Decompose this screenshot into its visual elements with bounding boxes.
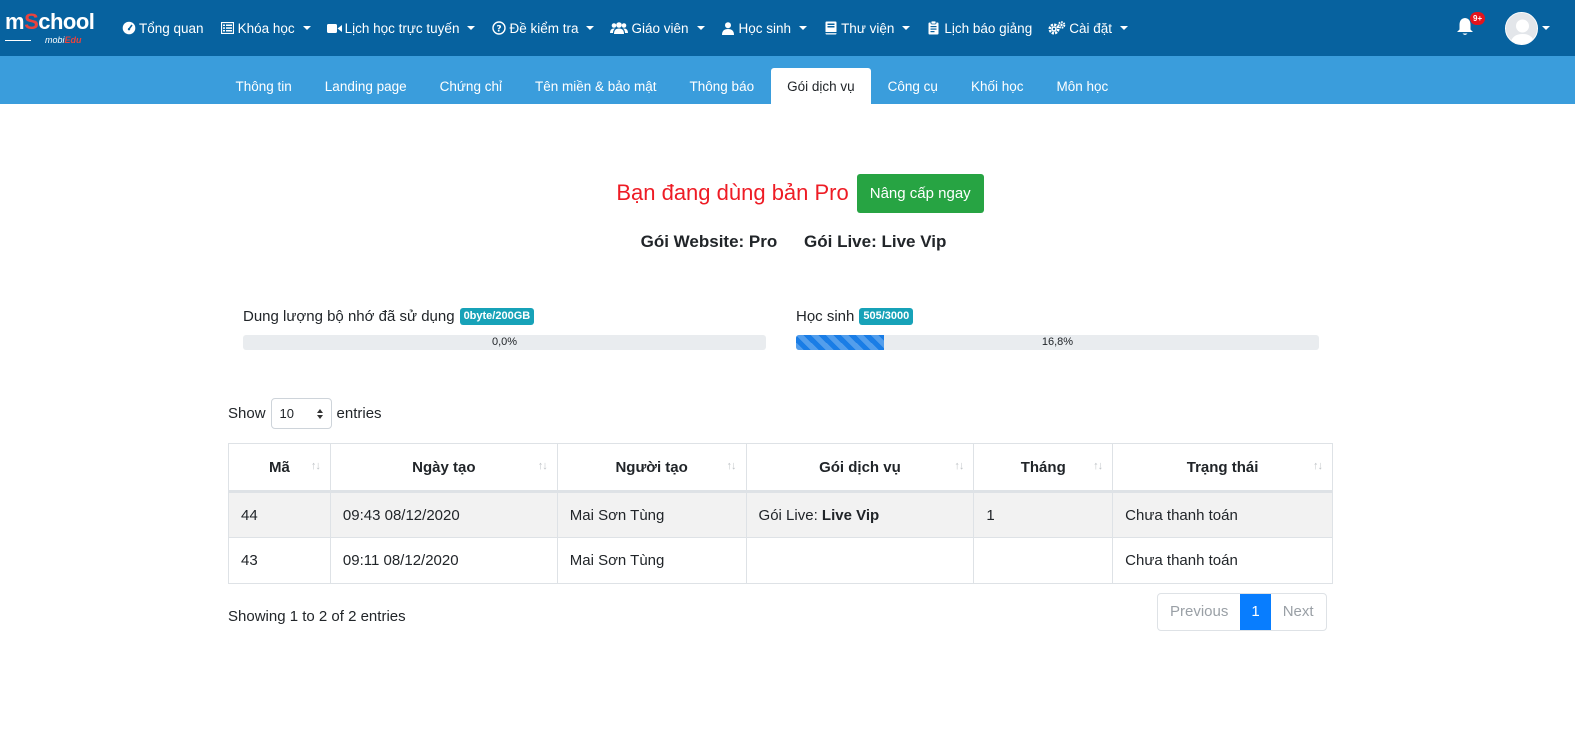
current-plan-title: Bạn đang dùng bản Pro xyxy=(616,180,849,205)
student-usage-badge: 505/3000 xyxy=(859,307,914,325)
chevron-down-icon xyxy=(902,26,911,30)
storage-usage: Dung lượng bộ nhớ đã sử dụng 0byte/200GB… xyxy=(243,306,766,350)
top-navbar: mSchool mobiEdu Tổng quan Khóa học Lịch … xyxy=(0,0,1575,56)
nav-thu-vien[interactable]: Thư viện xyxy=(823,21,911,36)
users-icon xyxy=(610,21,629,36)
dashboard-icon xyxy=(121,21,136,36)
chevron-down-icon[interactable] xyxy=(1542,26,1550,30)
chevron-down-icon xyxy=(467,26,476,30)
storage-progress-text: 0,0% xyxy=(491,336,518,348)
nav-khoa-hoc[interactable]: Khóa học xyxy=(220,21,311,36)
cell-created: 09:11 08/12/2020 xyxy=(329,537,558,584)
table-info: Showing 1 to 2 of 2 entries xyxy=(228,608,406,625)
table-header-row: Mã ↑↓ Ngày tạo ↑↓ Người tạo ↑↓ Gói dịch vụ ↑… xyxy=(228,443,1333,493)
pagination: Previous 1 Next xyxy=(1157,593,1327,631)
storage-progress-bar: 0,0% xyxy=(243,335,766,350)
nav-tong-quan[interactable]: Tổng quan xyxy=(121,21,204,36)
clipboard-icon xyxy=(926,21,941,36)
package-summary: Gói Website: Pro Gói Live: Live Vip xyxy=(0,232,1575,252)
live-package: Gói Live: Live Vip xyxy=(804,232,947,251)
chevron-down-icon xyxy=(586,26,595,30)
tab-mon-hoc[interactable]: Môn học xyxy=(1040,68,1125,104)
table-row: 44 09:43 08/12/2020 Mai Sơn Tùng Gói Liv… xyxy=(228,491,1333,538)
tab-ten-mien-bao-mat[interactable]: Tên miền & bảo mật xyxy=(518,68,673,104)
student-progress-bar: 16,8% xyxy=(796,335,1319,350)
select-arrows-icon xyxy=(316,408,323,419)
user-avatar[interactable] xyxy=(1505,12,1538,45)
column-header-goi-dich-vu[interactable]: Gói dịch vụ ↑↓ xyxy=(745,443,975,493)
cell-package xyxy=(745,537,975,584)
column-header-ma[interactable]: Mã ↑↓ xyxy=(228,443,331,493)
cogs-icon xyxy=(1048,21,1066,36)
user-icon xyxy=(721,21,736,36)
student-usage: Học sinh 505/3000 16,8% xyxy=(796,306,1319,350)
nav-lich-bao-giang[interactable]: Lịch báo giảng xyxy=(926,21,1032,36)
cell-creator: Mai Sơn Tùng xyxy=(556,537,747,584)
chevron-down-icon xyxy=(799,26,808,30)
sort-icon: ↑↓ xyxy=(726,460,737,472)
nav-giao-vien[interactable]: Giáo viên xyxy=(610,21,705,36)
page-1-button[interactable]: 1 xyxy=(1240,594,1271,630)
upgrade-now-button[interactable]: Nâng cấp ngay xyxy=(856,173,984,213)
column-header-thang[interactable]: Tháng ↑↓ xyxy=(973,443,1114,493)
avatar-placeholder-icon xyxy=(1506,13,1537,44)
sort-icon: ↑↓ xyxy=(1093,460,1103,472)
question-circle-icon: ? xyxy=(491,21,506,36)
list-icon xyxy=(220,21,235,36)
column-header-nguoi-tao[interactable]: Người tạo ↑↓ xyxy=(556,443,747,493)
service-orders-table: Mã ↑↓ Ngày tạo ↑↓ Người tạo ↑↓ Gói dịch vụ ↑… xyxy=(228,443,1333,584)
notification-count-badge: 9+ xyxy=(1470,12,1486,25)
book-icon xyxy=(823,21,838,36)
column-header-trang-thai[interactable]: Trạng thái ↑↓ xyxy=(1112,443,1333,493)
tab-goi-dich-vu[interactable]: Gói dịch vụ xyxy=(770,68,872,104)
next-page-button[interactable]: Next xyxy=(1271,594,1326,630)
student-usage-label: Học sinh xyxy=(796,307,855,325)
settings-tabbar: Thông tin Landing page Chứng chỉ Tên miề… xyxy=(0,56,1575,104)
settings-tabs: Thông tin Landing page Chứng chỉ Tên miề… xyxy=(219,68,1125,104)
tab-landing-page[interactable]: Landing page xyxy=(308,68,423,104)
nav-de-kiem-tra[interactable]: ? Đề kiểm tra xyxy=(491,21,595,36)
sort-icon: ↑↓ xyxy=(310,460,321,472)
column-header-ngay-tao[interactable]: Ngày tạo ↑↓ xyxy=(329,443,558,493)
chevron-down-icon xyxy=(1119,26,1128,30)
video-icon xyxy=(326,21,342,36)
tab-chung-chi[interactable]: Chứng chỉ xyxy=(423,68,518,104)
storage-usage-badge: 0byte/200GB xyxy=(459,307,535,325)
sort-icon: ↑↓ xyxy=(1313,460,1323,472)
mschool-logo[interactable]: mSchool mobiEdu xyxy=(5,10,101,48)
student-progress-text: 16,8% xyxy=(1041,336,1074,348)
storage-usage-label: Dung lượng bộ nhớ đã sử dụng xyxy=(243,307,455,325)
nav-lich-hoc-truc-tuyen[interactable]: Lịch học trực tuyến xyxy=(326,21,476,36)
cell-package: Gói Live: Live Vip xyxy=(745,491,975,538)
chevron-down-icon xyxy=(696,26,705,30)
chevron-down-icon xyxy=(302,26,311,30)
sort-icon: ↑↓ xyxy=(537,460,548,472)
current-plan: Bạn đang dùng bản Pro Nâng cấp ngay xyxy=(0,173,1575,213)
table-row: 43 09:11 08/12/2020 Mai Sơn Tùng Chưa th… xyxy=(228,537,1333,584)
nav-cai-dat[interactable]: Cài đặt xyxy=(1048,21,1128,36)
cell-status: Chưa thanh toán xyxy=(1112,491,1333,538)
page-size-select[interactable]: 10 xyxy=(270,398,332,429)
page-size-control: Show 10 entries xyxy=(228,398,382,429)
main-nav: Tổng quan Khóa học Lịch học trực tuyến ?… xyxy=(121,0,1144,56)
sort-icon: ↑↓ xyxy=(954,460,964,472)
entries-label: entries xyxy=(336,405,382,422)
cell-months xyxy=(973,537,1114,584)
svg-text:?: ? xyxy=(496,25,501,35)
cell-created: 09:43 08/12/2020 xyxy=(329,491,558,538)
cell-creator: Mai Sơn Tùng xyxy=(556,491,747,538)
cell-id: 44 xyxy=(228,491,331,538)
tab-cong-cu[interactable]: Công cụ xyxy=(871,68,954,104)
show-label: Show xyxy=(228,405,266,422)
cell-status: Chưa thanh toán xyxy=(1112,537,1333,584)
notification-bell[interactable]: 9+ xyxy=(1456,12,1486,39)
tab-thong-tin[interactable]: Thông tin xyxy=(219,68,308,104)
nav-hoc-sinh[interactable]: Học sinh xyxy=(721,21,808,36)
tab-thong-bao[interactable]: Thông báo xyxy=(673,68,771,104)
cell-id: 43 xyxy=(228,537,331,584)
website-package: Gói Website: Pro xyxy=(640,232,778,251)
tab-khoi-hoc[interactable]: Khối học xyxy=(954,68,1040,104)
cell-months: 1 xyxy=(973,491,1114,538)
previous-page-button[interactable]: Previous xyxy=(1158,594,1240,630)
